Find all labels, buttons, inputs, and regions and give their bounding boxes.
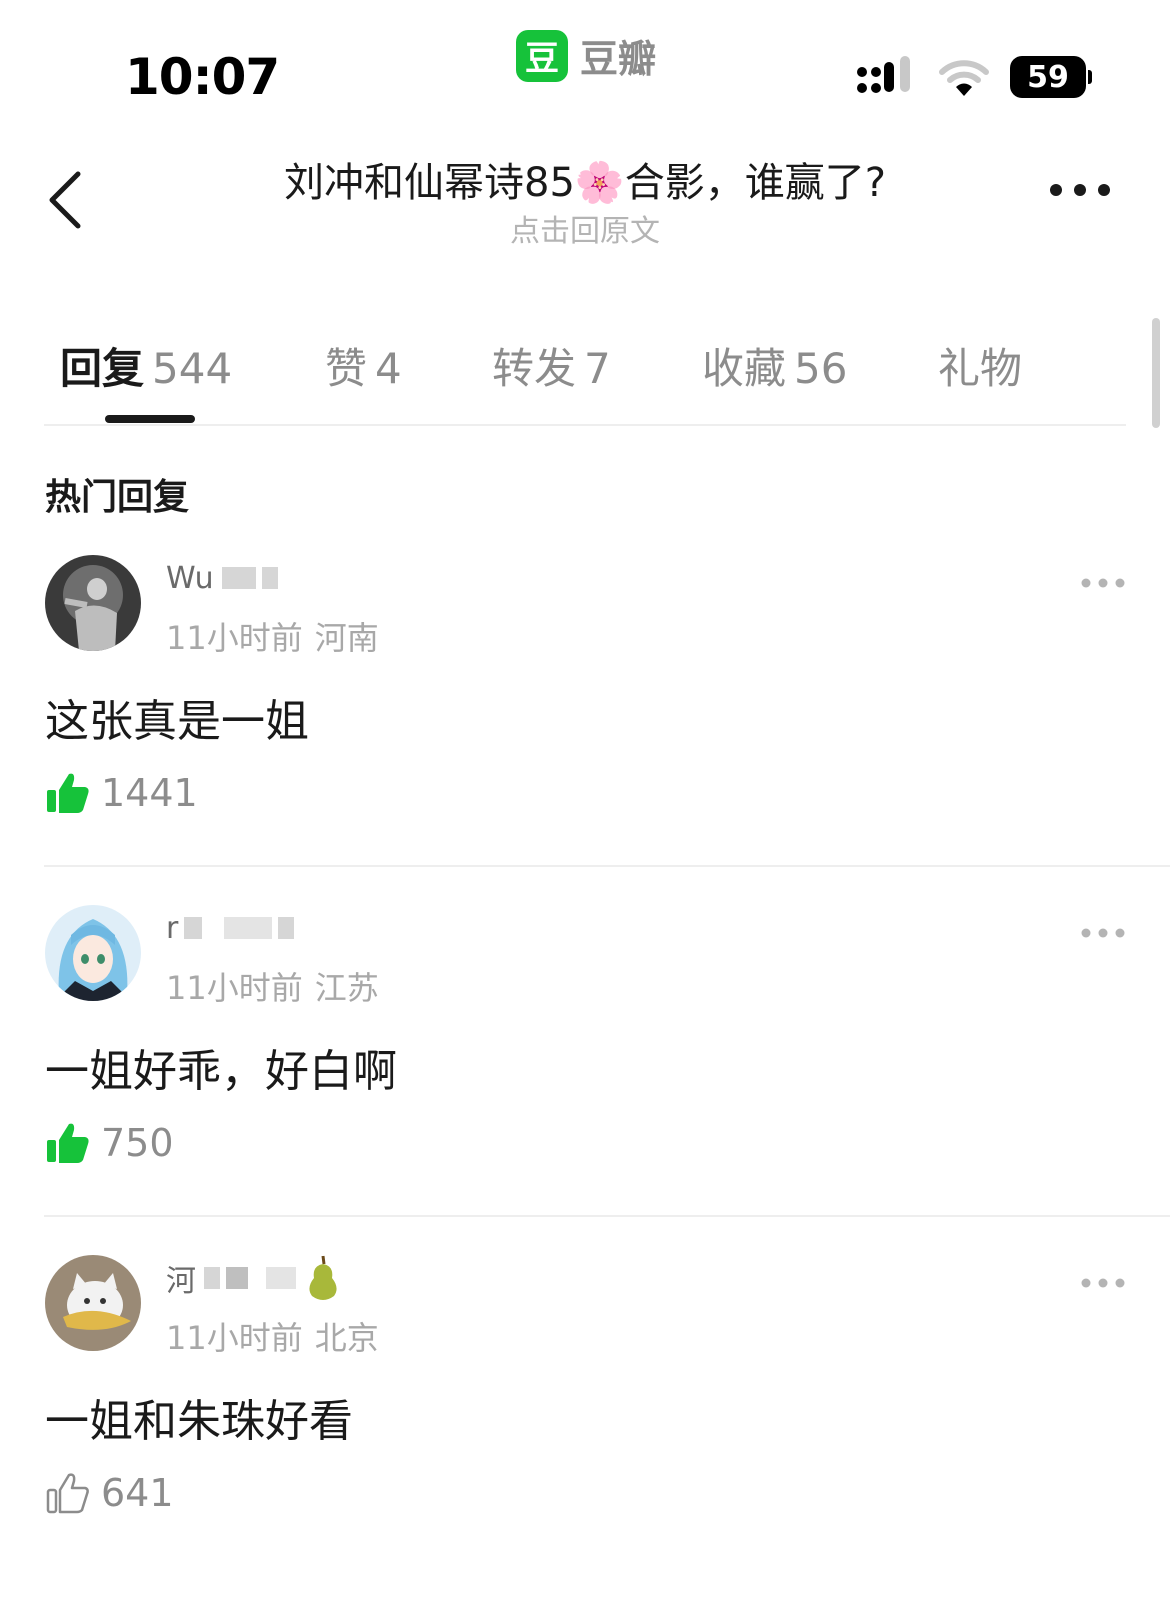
like-count: 750	[101, 1121, 174, 1165]
comment-more-icon[interactable]	[1080, 1277, 1126, 1289]
battery-icon: 59	[1010, 56, 1092, 98]
thumbs-up-filled-icon	[47, 1123, 89, 1163]
topic-header: 刘冲和仙幂诗85🌸合影，谁赢了? 点击回原文	[0, 140, 1170, 260]
avatar[interactable]	[45, 905, 141, 1001]
battery-level: 59	[1010, 56, 1086, 98]
status-time: 10:07	[125, 48, 280, 106]
like-button[interactable]: 750	[45, 1120, 174, 1166]
comment-text: 一姐好乖，好白啊	[45, 1046, 397, 1097]
username[interactable]: Wu	[166, 561, 284, 596]
more-options-icon[interactable]	[1048, 180, 1112, 200]
comment-time: 11小时前	[166, 1319, 303, 1357]
username[interactable]: 河	[166, 1255, 342, 1300]
comment-text: 一姐和朱珠好看	[45, 1396, 353, 1447]
comment-text: 这张真是一姐	[45, 696, 309, 747]
like-count: 1441	[101, 771, 198, 815]
app-name: 豆瓣	[580, 37, 657, 81]
wifi-icon	[939, 60, 989, 96]
comment-meta: 11小时前 河南	[166, 613, 379, 659]
like-button[interactable]: 1441	[45, 770, 198, 816]
comment-more-icon[interactable]	[1080, 927, 1126, 939]
comment-more-icon[interactable]	[1080, 577, 1126, 589]
thumbs-up-filled-icon	[47, 773, 89, 813]
comment-item: Wu 11小时前 河南 这张真是一姐 1441	[0, 555, 1170, 912]
tab-collections[interactable]: 收藏 56	[702, 335, 847, 396]
douban-logo-icon: 豆	[516, 29, 568, 82]
comment-region: 北京	[314, 1319, 379, 1357]
avatar[interactable]	[45, 1255, 141, 1351]
comment-meta: 11小时前 江苏	[166, 963, 379, 1009]
pear-emoji-icon	[309, 1255, 337, 1300]
view-original-link[interactable]: 点击回原文	[0, 206, 1170, 250]
divider	[44, 1215, 1170, 1217]
scrollbar[interactable]	[1152, 318, 1160, 428]
thumbs-up-outline-icon	[46, 1473, 89, 1514]
comment-item: r 11小时前 江苏 一姐好乖，好白啊 750	[0, 905, 1170, 1262]
page-title[interactable]: 刘冲和仙幂诗85🌸合影，谁赢了?	[0, 150, 1170, 208]
tab-gifts[interactable]: 礼物	[938, 335, 1022, 396]
cellular-signal-icon	[857, 56, 910, 93]
tab-likes[interactable]: 赞4	[325, 335, 402, 396]
comment-time: 11小时前	[166, 969, 303, 1007]
comment-meta: 11小时前 北京	[166, 1313, 379, 1359]
comment-item: 河 11小时前 北京 一姐和朱珠好看 641	[0, 1255, 1170, 1600]
tab-reposts[interactable]: 转发 7	[492, 335, 611, 396]
like-button[interactable]: 641	[45, 1470, 174, 1516]
app-badge: 豆 豆瓣	[516, 28, 656, 83]
comment-region: 河南	[314, 619, 379, 657]
hot-replies-heading: 热门回复	[45, 477, 190, 518]
like-count: 641	[101, 1471, 174, 1515]
active-tab-indicator	[105, 415, 195, 423]
tabs-divider	[44, 424, 1126, 426]
tab-replies[interactable]: 回复 544	[60, 335, 232, 396]
comment-time: 11小时前	[166, 619, 303, 657]
tab-bar: 回复 544 赞4 转发 7 收藏 56 礼物	[45, 325, 1125, 425]
username[interactable]: r	[166, 911, 300, 946]
status-bar: 10:07 豆 豆瓣 59	[0, 0, 1170, 130]
avatar[interactable]	[45, 555, 141, 651]
comment-region: 江苏	[314, 969, 379, 1007]
divider	[44, 865, 1170, 867]
